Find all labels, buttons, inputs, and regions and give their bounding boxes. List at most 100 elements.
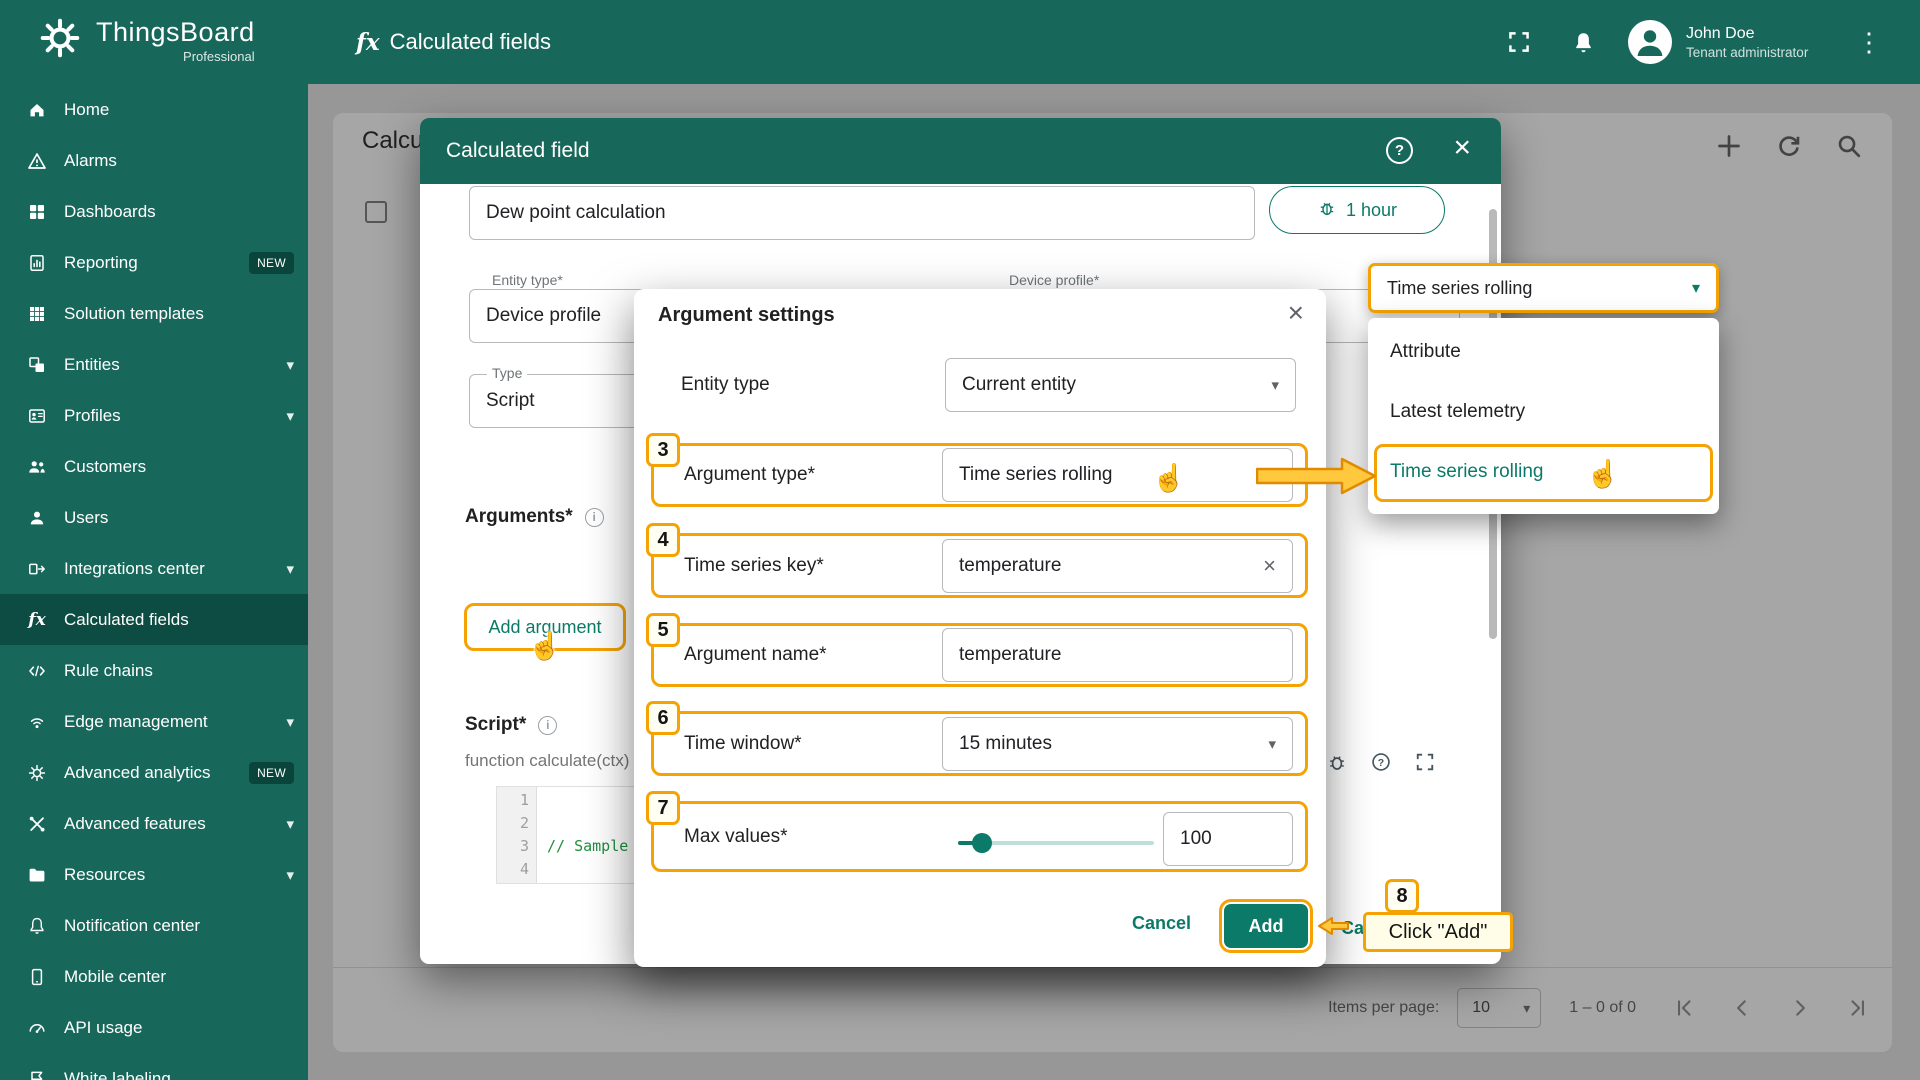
sidebar-item-label: Dashboards: [64, 202, 156, 222]
sidebar-item-profiles[interactable]: Profiles ▾: [0, 390, 308, 441]
rule-chains-icon: [24, 661, 50, 681]
mobile-center-icon: [24, 967, 50, 987]
time-series-key-input[interactable]: temperature ×: [942, 539, 1293, 593]
sidebar-item-home[interactable]: Home: [0, 84, 308, 135]
option-time-series-rolling[interactable]: Time series rolling: [1368, 442, 1719, 502]
sidebar-item-solution-templates[interactable]: Solution templates: [0, 288, 308, 339]
home-icon: [24, 100, 50, 120]
argument-type-select[interactable]: Time series rolling: [942, 448, 1293, 502]
sidebar-item-integrations-center[interactable]: Integrations center ▾: [0, 543, 308, 594]
entity-type-select[interactable]: Current entity ▾: [945, 358, 1296, 412]
option-latest-telemetry[interactable]: Latest telemetry: [1368, 382, 1719, 442]
sidebar-item-users[interactable]: Users: [0, 492, 308, 543]
sidebar-item-white-labeling[interactable]: White labeling: [0, 1053, 308, 1080]
sidebar-item-advanced-analytics[interactable]: Advanced analytics NEW: [0, 747, 308, 798]
top-bar: ThingsBoard Professional fx Calculated f…: [0, 0, 1920, 84]
max-values-input[interactable]: 100: [1163, 812, 1293, 866]
time-window-select[interactable]: 15 minutes ▾: [942, 717, 1293, 771]
script-section-header: Script* i: [465, 714, 557, 736]
top-bar-actions: John Doe Tenant administrator ⋮: [1504, 0, 1888, 84]
option-attribute[interactable]: Attribute: [1368, 322, 1719, 382]
calculated-fields-icon: fx: [24, 610, 50, 630]
cursor-icon: ☝: [1152, 462, 1186, 494]
editor-fullscreen-icon[interactable]: [1413, 750, 1437, 774]
info-icon[interactable]: i: [585, 508, 604, 527]
sidebar-item-label: Home: [64, 100, 109, 120]
sidebar-item-alarms[interactable]: Alarms: [0, 135, 308, 186]
max-values-label: Max values*: [684, 826, 788, 848]
slider-thumb[interactable]: [972, 833, 992, 853]
device-profile-label: Device profile*: [1004, 272, 1104, 288]
notification-center-icon: [24, 916, 50, 936]
sidebar-item-label: Profiles: [64, 406, 121, 426]
sidebar-item-calculated-fields[interactable]: fx Calculated fields: [0, 594, 308, 645]
help-icon[interactable]: ?: [1386, 137, 1413, 164]
cursor-icon: ☝: [1586, 458, 1620, 490]
logo-title: ThingsBoard: [96, 17, 255, 48]
sidebar-item-reporting[interactable]: Reporting NEW: [0, 237, 308, 288]
argument-name-highlight: Argument name* temperature: [651, 623, 1308, 687]
arguments-label: Arguments*: [465, 506, 573, 528]
select-arrow-icon: ▾: [1271, 376, 1279, 394]
sidebar-item-resources[interactable]: Resources ▾: [0, 849, 308, 900]
sidebar: Home Alarms Dashboards Reporting NEW Sol…: [0, 84, 308, 1080]
editor-help-icon[interactable]: ?: [1369, 750, 1393, 774]
debug-mode-button[interactable]: 1 hour: [1269, 186, 1445, 234]
argument-type-dropdown-trigger[interactable]: Time series rolling ▾: [1368, 263, 1719, 313]
clear-icon[interactable]: ×: [1263, 553, 1276, 579]
profiles-icon: [24, 406, 50, 426]
dialog-header: Calculated field ? ×: [420, 118, 1501, 184]
kebab-menu-icon[interactable]: ⋮: [1850, 29, 1888, 55]
bug-icon: [1317, 198, 1337, 223]
new-badge: NEW: [249, 252, 294, 274]
logo[interactable]: ThingsBoard Professional: [38, 16, 255, 65]
step-badge-4: 4: [646, 523, 680, 557]
editor-debug-icon[interactable]: [1325, 750, 1349, 774]
sidebar-item-label: Rule chains: [64, 661, 153, 681]
sidebar-item-label: Advanced features: [64, 814, 206, 834]
info-icon[interactable]: i: [538, 716, 557, 735]
sidebar-item-mobile-center[interactable]: Mobile center: [0, 951, 308, 1002]
sidebar-item-advanced-features[interactable]: Advanced features ▾: [0, 798, 308, 849]
time-window-label: Time window*: [684, 733, 802, 755]
sidebar-item-label: API usage: [64, 1018, 142, 1038]
fullscreen-icon[interactable]: [1504, 27, 1534, 57]
sidebar-item-notification-center[interactable]: Notification center: [0, 900, 308, 951]
sidebar-item-label: Integrations center: [64, 559, 205, 579]
argument-name-label: Argument name*: [684, 644, 827, 666]
close-icon[interactable]: ×: [1288, 297, 1304, 329]
user-info[interactable]: John Doe Tenant administrator: [1686, 25, 1850, 60]
cancel-button[interactable]: Cancel: [1132, 913, 1191, 934]
add-button[interactable]: Add: [1224, 904, 1308, 948]
name-field[interactable]: Dew point calculation: [469, 186, 1255, 240]
close-icon[interactable]: ×: [1453, 131, 1471, 165]
user-name: John Doe: [1686, 25, 1850, 43]
max-values-slider[interactable]: [958, 838, 1154, 848]
sidebar-item-customers[interactable]: Customers: [0, 441, 308, 492]
step-arrow-annotation: [1256, 456, 1378, 496]
sidebar-item-api-usage[interactable]: API usage: [0, 1002, 308, 1053]
logo-gear-icon: [38, 16, 82, 65]
select-arrow-icon: ▾: [1268, 735, 1276, 753]
sidebar-item-dashboards[interactable]: Dashboards: [0, 186, 308, 237]
sidebar-item-label: Alarms: [64, 151, 117, 171]
customers-icon: [24, 457, 50, 477]
solution-templates-icon: [24, 304, 50, 324]
type-label: Type: [487, 365, 527, 381]
arguments-section-header: Arguments* i: [465, 506, 604, 528]
chevron-down-icon: ▾: [286, 866, 294, 884]
chevron-down-icon: ▾: [286, 713, 294, 731]
notifications-bell-icon[interactable]: [1568, 27, 1598, 57]
white-labeling-icon: [24, 1069, 50, 1080]
sidebar-item-label: White labeling: [64, 1069, 171, 1080]
logo-subtitle: Professional: [96, 49, 255, 64]
callout-arrow-annotation: [1318, 917, 1350, 935]
sidebar-item-label: Calculated fields: [64, 610, 189, 630]
argument-name-input[interactable]: temperature: [942, 628, 1293, 682]
sidebar-item-label: Edge management: [64, 712, 208, 732]
sidebar-item-entities[interactable]: Entities ▾: [0, 339, 308, 390]
avatar[interactable]: [1628, 20, 1672, 64]
dashboards-icon: [24, 202, 50, 222]
sidebar-item-edge-management[interactable]: Edge management ▾: [0, 696, 308, 747]
sidebar-item-rule-chains[interactable]: Rule chains: [0, 645, 308, 696]
